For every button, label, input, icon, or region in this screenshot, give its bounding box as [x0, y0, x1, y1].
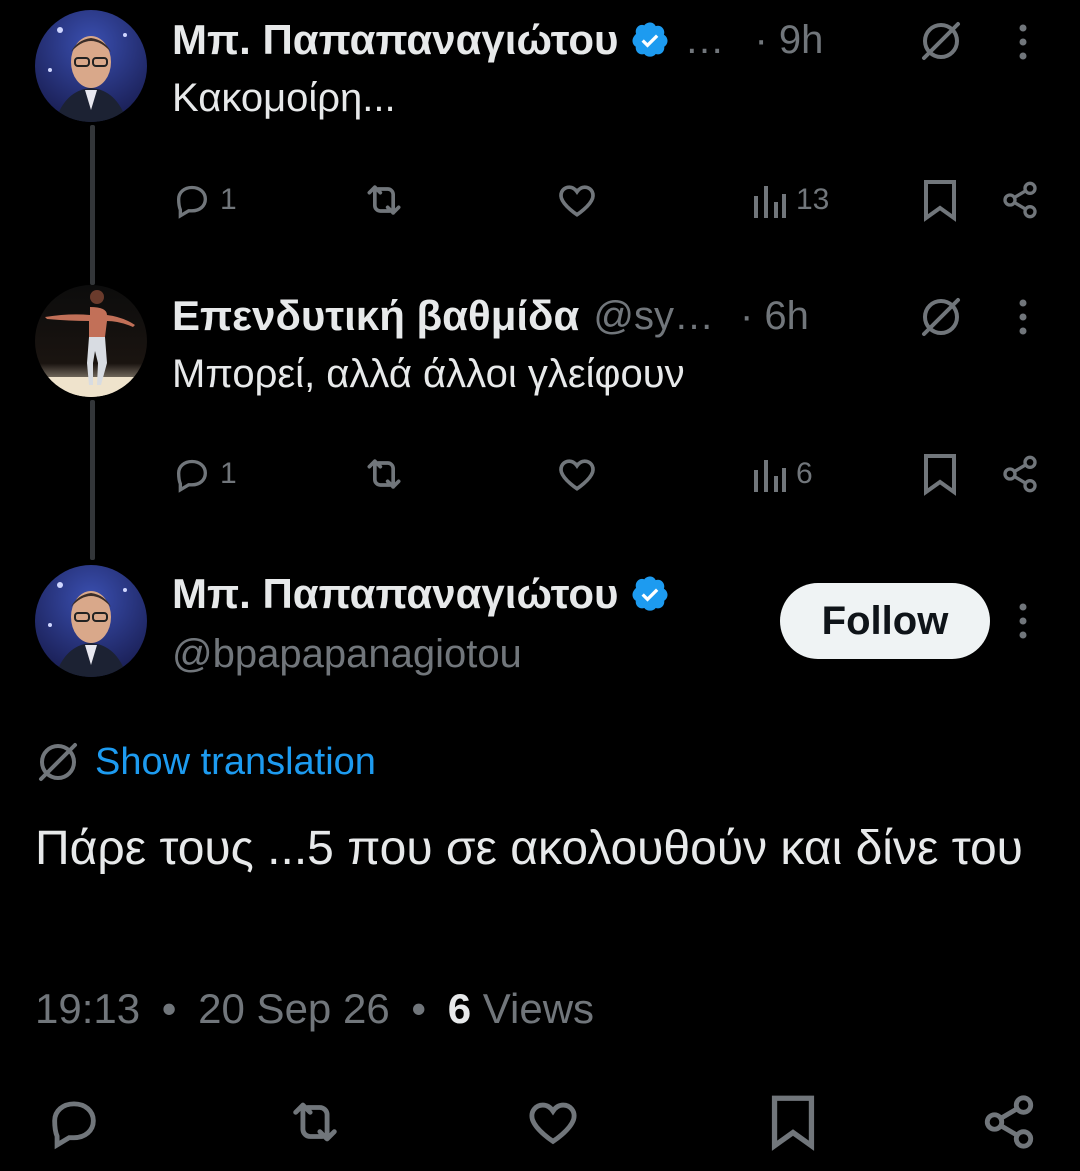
- author-handle[interactable]: @bpapapanagiotou: [172, 632, 522, 677]
- reply-button[interactable]: 1: [172, 178, 237, 222]
- views-button[interactable]: 13: [752, 178, 829, 222]
- meta-separator: •: [411, 985, 427, 1032]
- bookmark-icon[interactable]: [920, 452, 960, 496]
- like-icon[interactable]: [522, 1093, 584, 1151]
- reply-header: Μπ. Παπαπαναγιώτου … · 9h: [172, 12, 823, 68]
- verified-badge-icon: [630, 20, 670, 60]
- views-count: 6: [447, 985, 472, 1032]
- author-name[interactable]: Μπ. Παπαπαναγιώτου: [172, 16, 618, 64]
- reply-icon: [172, 454, 212, 494]
- more-icon[interactable]: [1015, 601, 1031, 641]
- share-icon[interactable]: [1000, 452, 1040, 496]
- thread-connector: [90, 125, 95, 285]
- avatar[interactable]: [35, 565, 147, 677]
- tweet-text: Κακομοίρη...: [172, 76, 396, 120]
- views-count: 13: [796, 183, 830, 216]
- views-count: 6: [796, 457, 813, 490]
- verified-badge-icon: [630, 574, 670, 614]
- author-row: Μπ. Παπαπαναγιώτου: [172, 566, 670, 622]
- show-translation-label: Show translation: [95, 740, 376, 783]
- retweet-icon[interactable]: [362, 452, 406, 496]
- thread-view: Μπ. Παπαπαναγιώτου … · 9h Κακομοίρη... 1…: [0, 0, 1080, 1171]
- views-icon: [752, 180, 788, 220]
- tweet-text: Μπορεί, αλλά άλλοι γλείφουν: [172, 352, 685, 396]
- tweet-time[interactable]: 19:13: [35, 985, 140, 1032]
- author-name[interactable]: Μπ. Παπαπαναγιώτου: [172, 570, 618, 618]
- views-button[interactable]: 6: [752, 452, 813, 496]
- reply-button[interactable]: 1: [172, 452, 237, 496]
- share-icon[interactable]: [1000, 178, 1040, 222]
- retweet-icon[interactable]: [362, 178, 406, 222]
- reply-header: Επενδυτική βαθμίδα @sy… · 6h: [172, 288, 809, 344]
- bookmark-icon[interactable]: [920, 178, 960, 222]
- reply-icon: [172, 180, 212, 220]
- like-icon[interactable]: [555, 178, 599, 222]
- grok-icon[interactable]: [918, 18, 964, 64]
- retweet-icon[interactable]: [283, 1093, 347, 1151]
- avatar[interactable]: [35, 10, 147, 122]
- author-handle[interactable]: @sy…: [593, 294, 714, 339]
- tweet-text: Πάρε τους ...5 που σε ακολουθούν και δίν…: [35, 822, 1023, 875]
- more-icon[interactable]: [1015, 22, 1031, 62]
- tweet-time[interactable]: · 9h: [754, 18, 823, 63]
- author-handle[interactable]: …: [684, 18, 724, 63]
- views-label: Views: [482, 985, 595, 1032]
- like-icon[interactable]: [555, 452, 599, 496]
- meta-separator: •: [161, 985, 177, 1032]
- tweet-time[interactable]: · 6h: [740, 294, 809, 339]
- follow-button[interactable]: Follow: [780, 583, 990, 659]
- share-icon[interactable]: [980, 1093, 1038, 1151]
- views-icon: [752, 454, 788, 494]
- tweet-meta: 19:13 • 20 Sep 26 • 6 Views: [35, 985, 594, 1033]
- author-name[interactable]: Επενδυτική βαθμίδα: [172, 292, 579, 340]
- show-translation-link[interactable]: Show translation: [35, 736, 376, 788]
- bookmark-icon[interactable]: [765, 1093, 821, 1151]
- tweet-date[interactable]: 20 Sep 26: [198, 985, 390, 1032]
- thread-connector: [90, 400, 95, 560]
- grok-icon: [35, 739, 81, 785]
- avatar[interactable]: [35, 285, 147, 397]
- reply-count: 1: [220, 183, 237, 216]
- reply-icon[interactable]: [45, 1093, 103, 1151]
- more-icon[interactable]: [1015, 297, 1031, 337]
- grok-icon[interactable]: [918, 294, 964, 340]
- reply-count: 1: [220, 457, 237, 490]
